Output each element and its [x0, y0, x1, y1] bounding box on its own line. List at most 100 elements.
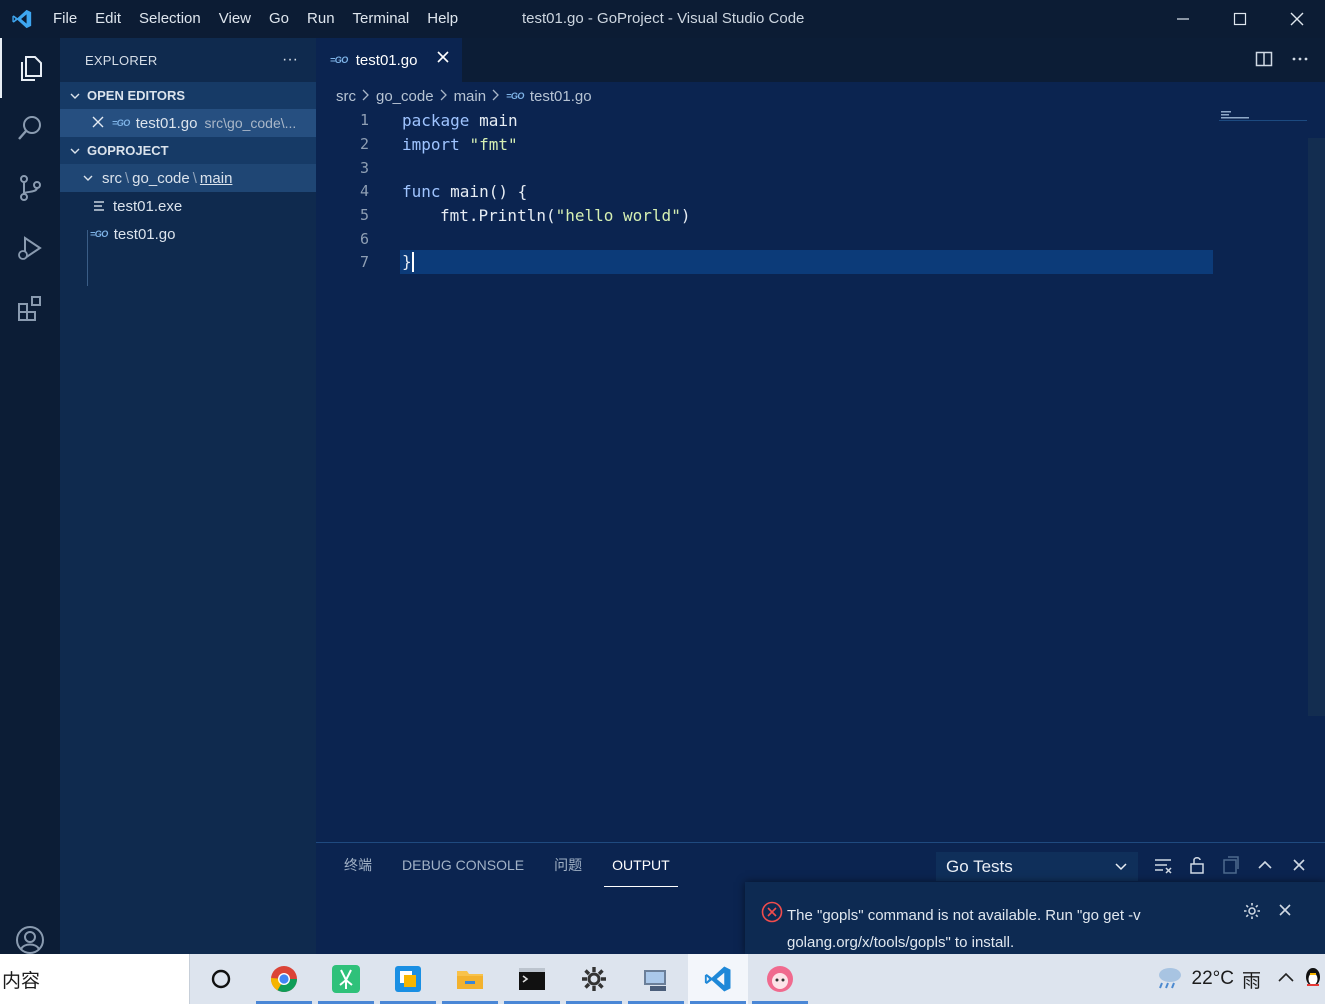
weather-condition[interactable]: 雨 [1242, 966, 1261, 993]
explorer-icon[interactable] [0, 38, 60, 98]
cortana-icon[interactable] [191, 954, 251, 1004]
tab-problems[interactable]: 问题 [546, 843, 590, 887]
vscode-logo-icon [0, 0, 44, 38]
minimap[interactable] [1219, 110, 1309, 126]
open-editors-label: OPEN EDITORS [87, 88, 186, 103]
breadcrumb-go-code[interactable]: go_code [376, 88, 434, 105]
close-editor-icon[interactable] [92, 115, 104, 132]
terminal-icon[interactable] [502, 954, 562, 1004]
network-app-icon[interactable] [626, 954, 686, 1004]
string-literal: "fmt" [469, 134, 518, 154]
folder-src-go-code-main[interactable]: src \ go_code \ main [60, 164, 316, 192]
open-editors-header[interactable]: OPEN EDITORS [60, 82, 316, 109]
explorer-sidebar: EXPLORER ··· OPEN EDITORS =GO test01.go … [60, 38, 316, 954]
source-control-icon[interactable] [0, 158, 60, 218]
anime-app-icon[interactable] [750, 954, 810, 1004]
tab-terminal[interactable]: 终端 [336, 843, 380, 887]
open-log-icon[interactable] [1221, 855, 1241, 880]
breadcrumb: src go_code main =GO test01.go [316, 82, 1325, 110]
code-text: } [402, 251, 412, 271]
goproject-label: GOPROJECT [87, 143, 169, 158]
menu-go[interactable]: Go [260, 0, 298, 38]
line-number: 5 [359, 206, 369, 224]
windows-taskbar: 内容 22°C 雨 [0, 954, 1325, 1004]
lock-scroll-icon[interactable] [1187, 855, 1207, 880]
code-text: fmt.Println( [440, 205, 556, 225]
menu-run[interactable]: Run [298, 0, 344, 38]
chevron-right-icon [440, 88, 448, 105]
taskbar-search-input[interactable]: 内容 [0, 954, 190, 1004]
keyword: func [402, 181, 441, 201]
more-actions-icon[interactable]: ··· [282, 51, 298, 69]
tree-indent-guide [87, 230, 88, 286]
breadcrumb-file[interactable]: test01.go [530, 88, 592, 105]
tab-test01-go[interactable]: =GO test01.go [316, 38, 462, 82]
line-number: 6 [359, 230, 369, 248]
breadcrumb-main[interactable]: main [454, 88, 487, 105]
vscode-icon[interactable] [688, 954, 748, 1004]
chevron-up-icon[interactable] [1277, 970, 1295, 989]
close-panel-icon[interactable] [1289, 855, 1309, 880]
code-line: 1 package main [316, 108, 1316, 132]
file-explorer-icon[interactable] [440, 954, 500, 1004]
clear-output-icon[interactable] [1153, 855, 1173, 880]
chrome-icon[interactable] [254, 954, 314, 1004]
file-item-go[interactable]: =GO test01.go [60, 220, 316, 248]
go-file-icon: =GO [330, 55, 348, 65]
line-number: 1 [359, 111, 369, 129]
close-notification-icon[interactable] [1278, 903, 1292, 922]
open-editor-item[interactable]: =GO test01.go src\go_code\... [60, 109, 316, 137]
menu-bar: File Edit Selection View Go Run Terminal… [44, 0, 467, 38]
breadcrumb-src[interactable]: src [336, 88, 356, 105]
minimize-button[interactable] [1154, 0, 1211, 38]
code-text: main() { [440, 181, 528, 201]
menu-help[interactable]: Help [418, 0, 467, 38]
code-line: 6 [316, 227, 1316, 251]
menu-edit[interactable]: Edit [86, 0, 130, 38]
string-literal: "hello world" [555, 205, 681, 225]
goproject-header[interactable]: GOPROJECT [60, 137, 316, 164]
run-debug-icon[interactable] [0, 218, 60, 278]
folder-go-code[interactable]: go_code [132, 170, 190, 187]
gear-icon[interactable] [1243, 902, 1261, 925]
folder-src[interactable]: src [102, 170, 122, 187]
code-editor[interactable]: 1 package main 2 import "fmt" 3 4 func m… [316, 110, 1325, 842]
code-line: 7 } [316, 250, 1316, 274]
chevron-down-icon [66, 145, 84, 157]
weather-temp[interactable]: 22°C [1192, 968, 1234, 990]
menu-terminal[interactable]: Terminal [344, 0, 419, 38]
maximize-panel-icon[interactable] [1255, 855, 1275, 880]
weather-rain-icon[interactable] [1154, 964, 1184, 995]
chevron-down-icon [66, 90, 84, 102]
more-editor-actions-icon[interactable] [1291, 50, 1309, 73]
app-green-icon[interactable] [316, 954, 376, 1004]
tab-debug-console[interactable]: DEBUG CONSOLE [394, 843, 532, 887]
folder-main[interactable]: main [200, 170, 233, 187]
menu-selection[interactable]: Selection [130, 0, 210, 38]
qq-penguin-icon[interactable] [1303, 965, 1323, 994]
menu-view[interactable]: View [210, 0, 260, 38]
tab-label: test01.go [355, 51, 418, 69]
file-name-exe: test01.exe [113, 197, 183, 215]
extensions-icon[interactable] [0, 278, 60, 338]
close-window-button[interactable] [1268, 0, 1325, 38]
scrollbar-thumb[interactable] [1308, 138, 1325, 716]
line-number: 4 [359, 182, 369, 200]
tab-output[interactable]: OUTPUT [604, 843, 678, 887]
file-name-go: test01.go [113, 225, 176, 243]
chevron-down-icon [82, 172, 94, 184]
file-item-exe[interactable]: test01.exe [60, 192, 316, 220]
split-editor-icon[interactable] [1255, 50, 1273, 73]
settings-icon[interactable] [564, 954, 624, 1004]
code-line: 4 func main() { [316, 179, 1316, 203]
output-channel-select[interactable]: Go Tests [936, 852, 1138, 881]
menu-file[interactable]: File [44, 0, 86, 38]
open-editor-path: src\go_code\... [204, 115, 297, 131]
search-icon[interactable] [0, 98, 60, 158]
code-line: 2 import "fmt" [316, 132, 1316, 156]
maximize-button[interactable] [1211, 0, 1268, 38]
output-channel-value: Go Tests [946, 856, 1013, 876]
close-tab-icon[interactable] [436, 50, 450, 69]
system-tray: 22°C 雨 [1154, 954, 1325, 1004]
app-blue-icon[interactable] [378, 954, 438, 1004]
